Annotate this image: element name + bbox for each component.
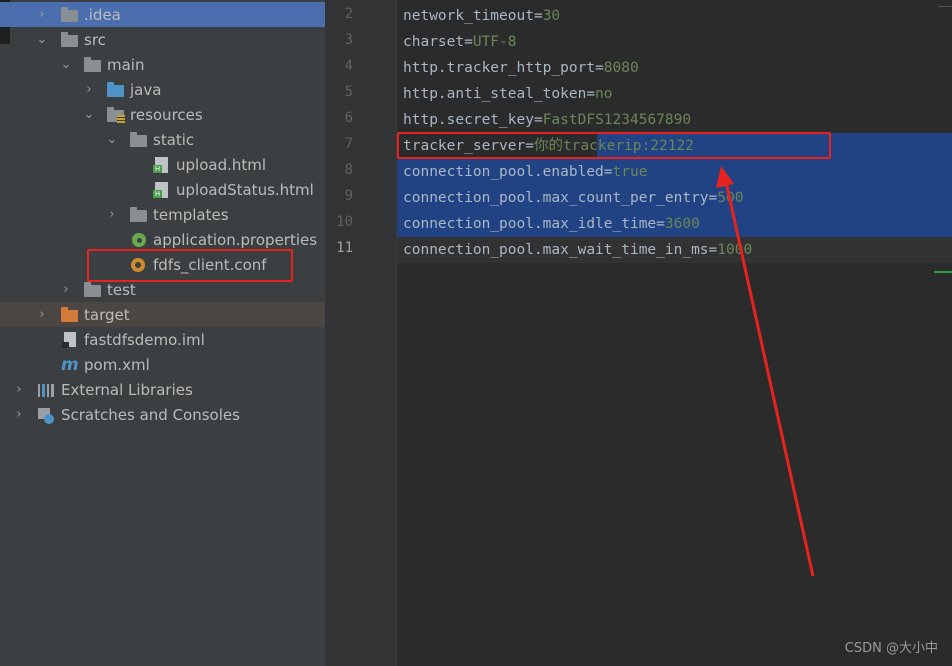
annotation-arrow (716, 166, 815, 577)
watermark: CSDN @大小中 (844, 641, 938, 656)
arrow-shaft (724, 181, 815, 577)
arrow-head (716, 166, 734, 188)
